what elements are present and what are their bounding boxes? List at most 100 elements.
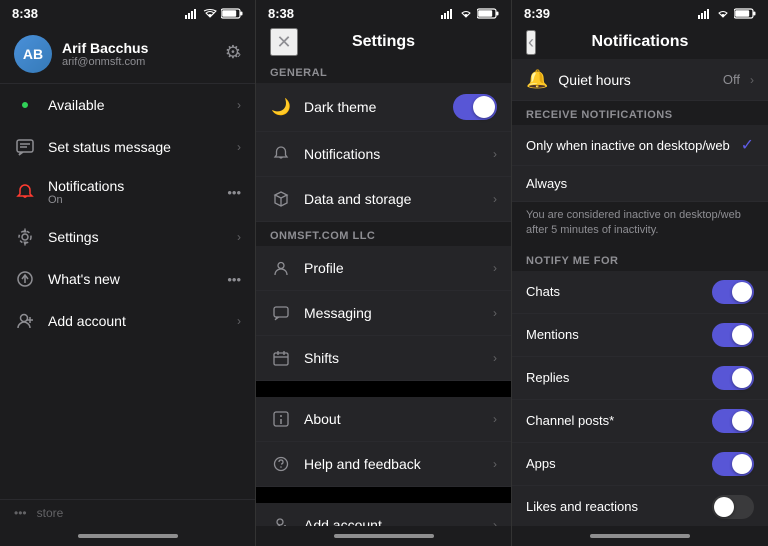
replies-label: Replies bbox=[526, 370, 712, 385]
settings-scroll: GENERAL 🌙 Dark theme Notifications › bbox=[256, 59, 511, 526]
home-bar-line bbox=[590, 534, 690, 538]
battery-icon bbox=[734, 8, 756, 19]
notifications-label: Notifications On bbox=[48, 178, 215, 206]
radio-item-inactive[interactable]: Only when inactive on desktop/web ✓ bbox=[512, 125, 768, 166]
menu-item-whats-new[interactable]: What's new ••• bbox=[0, 258, 255, 300]
close-button[interactable]: ✕ bbox=[270, 28, 298, 56]
toggle-row-chats[interactable]: Chats bbox=[512, 271, 768, 314]
menu-item-available[interactable]: Available › bbox=[0, 84, 255, 126]
profile-name: Arif Bacchus bbox=[62, 40, 227, 56]
moon-icon: 🌙 bbox=[270, 96, 292, 118]
avatar: AB bbox=[14, 35, 52, 73]
toggle-row-apps[interactable]: Apps bbox=[512, 443, 768, 486]
notifications-icon bbox=[14, 181, 36, 203]
chevron-icon: › bbox=[237, 98, 241, 112]
about-label: About bbox=[304, 411, 481, 427]
notifications-label: Notifications bbox=[304, 146, 481, 162]
settings-header: ✕ Settings bbox=[256, 25, 511, 59]
status-bar-p3: 8:39 bbox=[512, 0, 768, 25]
replies-toggle[interactable] bbox=[712, 366, 754, 390]
notify-me-for-label: Notify me for bbox=[512, 247, 768, 271]
menu-item-status-message[interactable]: Set status message › bbox=[0, 126, 255, 168]
messaging-label: Messaging bbox=[304, 305, 481, 321]
settings-item-shifts[interactable]: Shifts › bbox=[256, 336, 511, 381]
radio-item-always[interactable]: Always bbox=[512, 166, 768, 202]
home-bar-p1 bbox=[0, 526, 255, 546]
settings-item-help[interactable]: Help and feedback › bbox=[256, 442, 511, 487]
quiet-hours-label: Quiet hours bbox=[558, 72, 712, 88]
toggle-row-likes[interactable]: Likes and reactions bbox=[512, 486, 768, 526]
notifications-title: Notifications bbox=[592, 33, 689, 51]
chevron-icon: › bbox=[493, 306, 497, 320]
profile-row[interactable]: AB Arif Bacchus arif@onmsft.com › ⚙ bbox=[0, 25, 255, 84]
menu-item-settings[interactable]: Settings › bbox=[0, 216, 255, 258]
chats-label: Chats bbox=[526, 284, 712, 299]
available-icon bbox=[14, 94, 36, 116]
chats-toggle[interactable] bbox=[712, 280, 754, 304]
chevron-icon: › bbox=[493, 412, 497, 426]
panel-notifications: 8:39 ‹ Notifications bbox=[512, 0, 768, 546]
profile-icon bbox=[270, 257, 292, 279]
menu-item-add-account[interactable]: Add account › bbox=[0, 300, 255, 342]
settings-item-messaging[interactable]: Messaging › bbox=[256, 291, 511, 336]
settings-label: Settings bbox=[48, 229, 225, 245]
channel-posts-toggle[interactable] bbox=[712, 409, 754, 433]
back-button[interactable]: ‹ bbox=[526, 30, 536, 55]
wifi-icon bbox=[716, 9, 730, 19]
chevron-icon: › bbox=[493, 192, 497, 206]
wifi-icon bbox=[203, 9, 217, 19]
chevron-icon: › bbox=[237, 140, 241, 154]
chevron-icon: › bbox=[750, 73, 754, 87]
toggle-row-replies[interactable]: Replies bbox=[512, 357, 768, 400]
bell-icon bbox=[270, 143, 292, 165]
menu-item-notifications[interactable]: Notifications On ••• bbox=[0, 168, 255, 216]
status-icons-p3 bbox=[698, 8, 756, 19]
settings-item-notifications[interactable]: Notifications › bbox=[256, 132, 511, 177]
section-divider bbox=[256, 381, 511, 397]
profile-info: Arif Bacchus arif@onmsft.com bbox=[62, 40, 227, 68]
notifications-sublabel: On bbox=[48, 194, 215, 206]
home-bar-p3 bbox=[512, 526, 768, 546]
settings-item-data-storage[interactable]: Data and storage › bbox=[256, 177, 511, 222]
chevron-icon: › bbox=[493, 518, 497, 526]
status-icons-p2 bbox=[441, 8, 499, 19]
help-label: Help and feedback bbox=[304, 456, 481, 472]
receive-notif-label: Receive notifications bbox=[512, 101, 768, 125]
quiet-hours-icon: 🔔 bbox=[526, 69, 548, 90]
settings-item-about[interactable]: About › bbox=[256, 397, 511, 442]
apps-label: Apps bbox=[526, 456, 712, 471]
whats-new-label: What's new bbox=[48, 271, 241, 287]
toggle-row-channel-posts[interactable]: Channel posts* bbox=[512, 400, 768, 443]
time-p2: 8:38 bbox=[268, 6, 294, 21]
dots-icon: ••• bbox=[14, 506, 27, 520]
chevron-icon: › bbox=[237, 230, 241, 244]
settings-item-add-account[interactable]: Add account › bbox=[256, 503, 511, 526]
add-account-label: Add account bbox=[48, 313, 225, 329]
channel-posts-label: Channel posts* bbox=[526, 413, 712, 428]
chevron-icon: › bbox=[493, 147, 497, 161]
apps-toggle[interactable] bbox=[712, 452, 754, 476]
radio-always-label: Always bbox=[526, 176, 754, 191]
status-bar-p1: 8:38 bbox=[0, 0, 255, 25]
toggle-row-mentions[interactable]: Mentions bbox=[512, 314, 768, 357]
back-chevron-icon: ‹ bbox=[528, 32, 534, 53]
dark-theme-toggle[interactable] bbox=[453, 94, 497, 120]
notifications-content: 🔔 Quiet hours Off › Receive notification… bbox=[512, 59, 768, 526]
mentions-toggle[interactable] bbox=[712, 323, 754, 347]
section-divider-2 bbox=[256, 487, 511, 503]
data-icon bbox=[270, 188, 292, 210]
gear-icon[interactable]: ⚙ bbox=[225, 42, 241, 63]
data-storage-label: Data and storage bbox=[304, 191, 481, 207]
about-icon bbox=[270, 408, 292, 430]
settings-item-dark-theme[interactable]: 🌙 Dark theme bbox=[256, 83, 511, 132]
settings-title: Settings bbox=[352, 33, 415, 51]
panel-left: 8:38 AB Arif Bacchus arif@o bbox=[0, 0, 256, 546]
org-section-label: ONMSFT.COM LLC bbox=[256, 222, 511, 246]
whats-new-icon bbox=[14, 268, 36, 290]
likes-toggle[interactable] bbox=[712, 495, 754, 519]
home-bar-line bbox=[334, 534, 434, 538]
general-section-label: GENERAL bbox=[256, 59, 511, 83]
settings-item-profile[interactable]: Profile › bbox=[256, 246, 511, 291]
status-dot bbox=[20, 100, 30, 110]
quiet-hours-row[interactable]: 🔔 Quiet hours Off › bbox=[512, 59, 768, 101]
